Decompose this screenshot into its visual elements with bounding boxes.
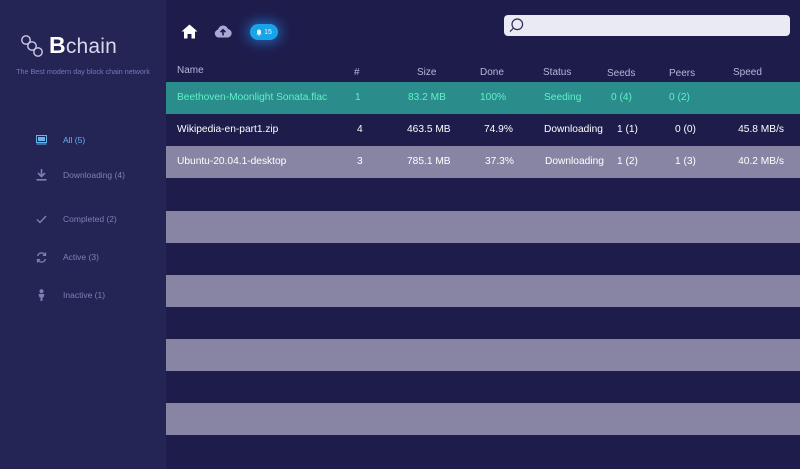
app-logo[interactable]: Bchain <box>20 32 117 59</box>
empty-row <box>166 403 800 435</box>
notification-badge[interactable]: 15 <box>250 24 278 40</box>
sidebar-item-all[interactable]: All (5) <box>35 134 85 146</box>
cell-size: 785.1 MB <box>407 156 451 167</box>
search-icon <box>509 18 524 38</box>
check-icon <box>35 213 47 225</box>
cell-status: Downloading <box>545 156 604 167</box>
cell-seeds: 1 (2) <box>617 156 638 167</box>
person-icon <box>35 289 47 301</box>
app-name: Bchain <box>49 32 118 58</box>
cell-speed: 45.8 MB/s <box>738 124 784 135</box>
column-header-name[interactable]: Name <box>177 65 204 77</box>
sidebar-item-label: Completed (2) <box>63 214 117 224</box>
cell-speed: 40.2 MB/s <box>738 156 784 167</box>
table-row[interactable]: Ubuntu-20.04.1-desktop 3 785.1 MB 37.3% … <box>166 146 800 178</box>
table-row[interactable]: Wikipedia-en-part1.zip 4 463.5 MB 74.9% … <box>166 114 800 146</box>
sidebar-item-completed[interactable]: Completed (2) <box>35 213 117 225</box>
download-icon <box>35 169 47 181</box>
sidebar-item-downloading[interactable]: Downloading (4) <box>35 169 125 181</box>
monitor-icon <box>35 134 47 146</box>
sidebar-item-active[interactable]: Active (3) <box>35 251 99 263</box>
chain-icon <box>21 34 43 57</box>
cell-size: 463.5 MB <box>407 124 451 135</box>
column-header-seeds[interactable]: Seeds <box>607 68 635 80</box>
sidebar-item-label: Inactive (1) <box>63 290 106 300</box>
cell-peers: 1 (3) <box>675 156 696 167</box>
empty-row <box>166 339 800 371</box>
sidebar-item-label: All (5) <box>63 135 86 145</box>
cell-peers: 0 (0) <box>675 124 696 135</box>
cell-peers: 0 (2) <box>669 92 690 103</box>
sidebar-item-label: Downloading (4) <box>63 170 125 180</box>
sidebar: Bchain The Best modern day block chain n… <box>0 0 166 469</box>
home-button[interactable] <box>180 23 198 39</box>
empty-row <box>166 211 800 243</box>
column-header-done[interactable]: Done <box>480 67 504 79</box>
cell-done: 100% <box>480 92 507 103</box>
cell-name: Ubuntu-20.04.1-desktop <box>177 156 287 167</box>
refresh-icon <box>35 251 47 263</box>
main-panel: 15 Name # Size Done Status Seeds Peers S… <box>166 0 800 469</box>
cell-number: 3 <box>357 156 363 167</box>
empty-row <box>166 275 800 307</box>
cell-status: Seeding <box>544 92 582 103</box>
sidebar-item-inactive[interactable]: Inactive (1) <box>35 289 105 301</box>
cell-status: Downloading <box>544 124 603 135</box>
column-header-status[interactable]: Status <box>543 67 571 79</box>
home-icon <box>181 24 197 38</box>
cell-number: 4 <box>357 124 363 135</box>
bell-icon <box>256 29 262 36</box>
table-row[interactable]: Beethoven-Moonlight Sonata.flac 1 83.2 M… <box>166 82 800 114</box>
cell-name: Wikipedia-en-part1.zip <box>177 124 279 135</box>
notification-count: 15 <box>264 28 272 36</box>
column-header-size[interactable]: Size <box>417 67 436 79</box>
cell-done: 37.3% <box>485 156 514 167</box>
sidebar-item-label: Active (3) <box>63 252 99 262</box>
upload-button[interactable] <box>213 23 232 39</box>
cell-size: 83.2 MB <box>408 92 446 103</box>
column-header-peers[interactable]: Peers <box>669 68 695 80</box>
app-tagline: The Best modern day block chain network <box>16 67 150 76</box>
cell-name: Beethoven-Moonlight Sonata.flac <box>177 92 328 103</box>
cell-done: 74.9% <box>484 124 513 135</box>
torrent-table: Name # Size Done Status Seeds Peers Spee… <box>166 65 800 469</box>
search-input[interactable] <box>528 17 787 36</box>
search-box[interactable] <box>504 15 790 36</box>
cell-seeds: 0 (4) <box>611 92 632 103</box>
cloud-upload-icon <box>214 25 232 38</box>
cell-number: 1 <box>355 92 361 103</box>
column-header-number[interactable]: # <box>354 67 360 79</box>
cell-seeds: 1 (1) <box>617 124 638 135</box>
column-header-speed[interactable]: Speed <box>733 67 762 79</box>
